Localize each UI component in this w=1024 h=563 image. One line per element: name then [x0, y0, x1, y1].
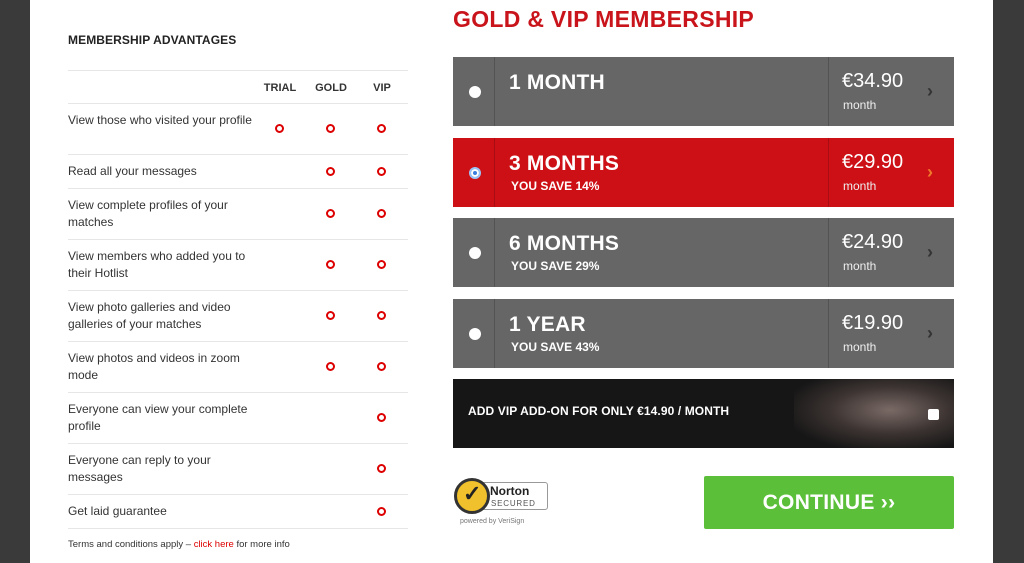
- included-dot-icon: [377, 362, 386, 371]
- column-header-vip: VIP: [373, 82, 391, 94]
- checkmark-icon: ✓: [454, 478, 490, 514]
- included-dot-icon: [377, 166, 386, 176]
- included-dot-icon: [377, 260, 386, 269]
- included-dot-icon: [377, 209, 386, 218]
- table-row: View complete profiles of your matches: [68, 189, 408, 240]
- included-dot-icon: [275, 124, 284, 133]
- divider: [828, 138, 829, 207]
- advantage-text: View photos and videos in zoom mode: [68, 351, 240, 382]
- advantage-text: Everyone can reply to your messages: [68, 453, 211, 484]
- vip-addon-checkbox[interactable]: [928, 409, 939, 420]
- included-dot-icon: [377, 311, 386, 320]
- terms-note: Terms and conditions apply – click here …: [68, 539, 290, 550]
- plan-name: 3 MONTHS: [509, 152, 620, 175]
- chevron-right-icon: ›: [927, 162, 933, 182]
- advantage-text: Everyone can view your complete profile: [68, 402, 248, 433]
- advantage-text: Read all your messages: [68, 164, 197, 178]
- advantages-header-row: TRIAL GOLD VIP: [68, 70, 408, 104]
- included-dot-icon: [377, 124, 386, 133]
- plan-savings: YOU SAVE 29%: [511, 259, 600, 273]
- vip-addon-option[interactable]: ADD VIP ADD-ON FOR ONLY €14.90 / MONTH: [453, 379, 954, 448]
- table-row: View those who visited your profile: [68, 104, 408, 155]
- plan-name: 6 MONTHS: [509, 232, 620, 255]
- advantage-text: View photo galleries and video galleries…: [68, 300, 231, 331]
- plan-price: €19.90: [842, 312, 904, 334]
- advantage-text: View those who visited your profile: [68, 113, 252, 127]
- norton-secured-text: SECURED: [491, 499, 536, 508]
- divider: [828, 218, 829, 287]
- terms-prefix: Terms and conditions apply –: [68, 539, 192, 550]
- plan-name: 1 MONTH: [509, 71, 605, 94]
- table-row: View members who added you to their Hotl…: [68, 240, 408, 291]
- advantage-text: View members who added you to their Hotl…: [68, 249, 246, 280]
- divider: [828, 299, 829, 368]
- chevron-right-icon: ›: [927, 242, 933, 262]
- included-dot-icon: [326, 166, 335, 176]
- included-dot-icon: [326, 209, 335, 218]
- chevron-right-icon: ›: [927, 81, 933, 101]
- plan-radio[interactable]: [469, 328, 481, 340]
- divider: [494, 57, 495, 126]
- norton-powered-text: powered by VeriSign: [460, 518, 525, 525]
- column-header-trial: TRIAL: [263, 82, 297, 94]
- plan-price: €29.90: [842, 151, 904, 173]
- divider: [828, 57, 829, 126]
- plan-period: month: [843, 98, 877, 112]
- table-row: View photos and videos in zoom mode: [68, 342, 408, 393]
- included-dot-icon: [326, 124, 335, 133]
- norton-secured-badge: ✓ Norton SECURED powered by VeriSign: [454, 476, 554, 528]
- plan-radio[interactable]: [469, 86, 481, 98]
- included-dot-icon: [326, 311, 335, 320]
- table-row: Everyone can view your complete profile: [68, 393, 408, 444]
- plan-radio[interactable]: [469, 247, 481, 259]
- plan-option-1-year[interactable]: 1 YEAR YOU SAVE 43% €19.90 month ›: [453, 299, 954, 368]
- included-dot-icon: [326, 260, 335, 269]
- advantage-text: Get laid guarantee: [68, 504, 167, 518]
- plan-savings: YOU SAVE 14%: [511, 179, 600, 193]
- included-dot-icon: [377, 506, 386, 516]
- vip-addon-label: ADD VIP ADD-ON FOR ONLY €14.90 / MONTH: [468, 404, 730, 418]
- included-dot-icon: [377, 464, 386, 473]
- plan-price: €34.90: [842, 70, 904, 92]
- divider: [494, 218, 495, 287]
- plan-period: month: [843, 179, 877, 193]
- included-dot-icon: [326, 362, 335, 371]
- norton-name: Norton: [490, 484, 530, 498]
- chevron-right-icon: ›: [927, 323, 933, 343]
- column-header-gold: GOLD: [315, 82, 347, 94]
- table-row: Get laid guarantee: [68, 495, 408, 529]
- continue-button[interactable]: CONTINUE ››: [704, 476, 954, 529]
- terms-link[interactable]: click here: [194, 539, 234, 550]
- plan-period: month: [843, 259, 877, 273]
- divider: [494, 299, 495, 368]
- table-row: Read all your messages: [68, 155, 408, 189]
- plan-period: month: [843, 340, 877, 354]
- membership-page: MEMBERSHIP ADVANTAGES TRIAL GOLD VIP Vie…: [30, 0, 993, 563]
- included-dot-icon: [377, 413, 386, 422]
- plan-name: 1 YEAR: [509, 313, 586, 336]
- table-row: View photo galleries and video galleries…: [68, 291, 408, 342]
- plan-radio[interactable]: [469, 167, 481, 179]
- terms-suffix: for more info: [236, 539, 290, 550]
- advantages-title: MEMBERSHIP ADVANTAGES: [68, 33, 237, 47]
- table-row: Everyone can reply to your messages: [68, 444, 408, 495]
- plan-option-6-months[interactable]: 6 MONTHS YOU SAVE 29% €24.90 month ›: [453, 218, 954, 287]
- membership-title: GOLD & VIP MEMBERSHIP: [453, 6, 755, 32]
- plan-price: €24.90: [842, 231, 904, 253]
- advantages-table: TRIAL GOLD VIP View those who visited yo…: [68, 70, 408, 529]
- advantage-text: View complete profiles of your matches: [68, 198, 228, 229]
- divider: [494, 138, 495, 207]
- plan-savings: YOU SAVE 43%: [511, 340, 600, 354]
- plan-option-1-month[interactable]: 1 MONTH €34.90 month ›: [453, 57, 954, 126]
- plan-option-3-months[interactable]: 3 MONTHS YOU SAVE 14% €29.90 month ›: [453, 138, 954, 207]
